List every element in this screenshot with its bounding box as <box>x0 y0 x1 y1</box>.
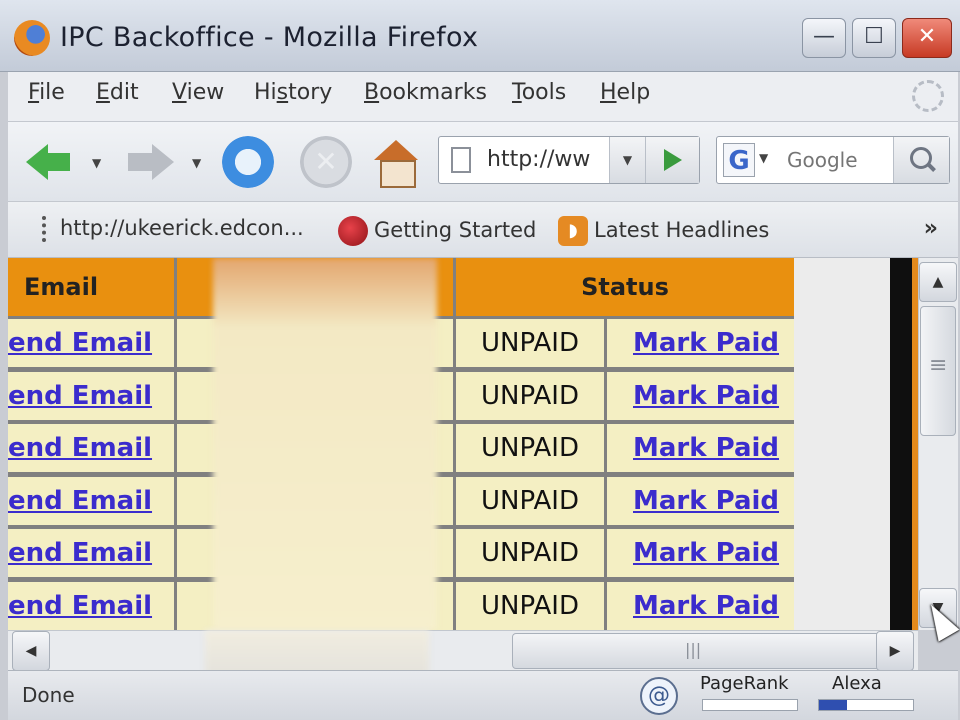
at-sign-icon[interactable]: @ <box>640 677 678 715</box>
status-value: UNPAID <box>481 328 579 358</box>
send-email-link[interactable]: end Email <box>8 433 152 463</box>
search-engine-dropdown[interactable]: ▼ <box>759 151 768 165</box>
page-edge-stripe <box>890 258 918 630</box>
pagerank-label: PageRank <box>700 673 789 694</box>
status-value: UNPAID <box>481 590 579 621</box>
action-cell: Mark Paid <box>607 319 794 367</box>
minimize-button[interactable]: — <box>802 18 846 58</box>
alexa-fill <box>819 700 848 710</box>
getting-started-icon <box>338 216 368 246</box>
horizontal-scroll-thumb[interactable] <box>512 633 882 669</box>
url-input[interactable]: http://ww <box>487 147 597 172</box>
forward-arrow-icon[interactable] <box>124 136 176 188</box>
back-arrow-icon[interactable] <box>22 136 74 188</box>
url-history-dropdown[interactable]: ▼ <box>609 137 645 183</box>
status-bar: Done @ PageRank Alexa <box>8 670 958 720</box>
back-history-dropdown[interactable]: ▼ <box>92 156 101 170</box>
vertical-scrollbar[interactable]: ▲ ▼ <box>918 258 958 630</box>
redacted-column <box>213 258 437 630</box>
send-email-link[interactable]: end Email <box>8 538 152 568</box>
pagerank-meter <box>702 699 798 711</box>
reload-icon[interactable] <box>222 136 274 188</box>
search-input[interactable] <box>781 141 889 179</box>
mark-paid-link[interactable]: Mark Paid <box>607 381 779 411</box>
mark-paid-link[interactable]: Mark Paid <box>607 591 779 621</box>
status-cell: UNPAID <box>456 529 604 577</box>
bookmark-getting-started[interactable]: Getting Started <box>338 216 536 246</box>
action-cell: Mark Paid <box>607 371 794 420</box>
send-email-link[interactable]: end Email <box>8 591 152 621</box>
close-button[interactable]: ✕ <box>902 18 952 58</box>
email-cell: end Email <box>8 371 174 420</box>
email-cell: end Email <box>8 476 174 525</box>
search-bar: G ▼ <box>716 136 950 184</box>
status-text: Done <box>22 683 75 707</box>
bookmark-drag-icon <box>42 216 54 242</box>
throbber-icon <box>912 80 944 112</box>
menu-history[interactable]: History <box>254 80 332 105</box>
column-header-status: Status <box>456 258 794 316</box>
bookmark-ukeerick[interactable]: http://ukeerick.edcon... <box>42 216 304 242</box>
status-value: UNPAID <box>481 433 579 463</box>
mark-paid-link[interactable]: Mark Paid <box>607 328 779 358</box>
navigation-toolbar: ▼ ▼ ✕ http://ww ▼ G ▼ <box>8 122 958 202</box>
forward-history-dropdown[interactable]: ▼ <box>192 156 201 170</box>
page-icon <box>451 147 471 173</box>
maximize-button[interactable]: ☐ <box>852 18 896 58</box>
status-value: UNPAID <box>481 380 579 411</box>
email-cell: end Email <box>8 424 174 472</box>
scroll-left-button[interactable]: ◀ <box>12 631 50 671</box>
menu-view[interactable]: View <box>172 80 224 105</box>
status-cell: UNPAID <box>456 581 604 630</box>
status-cell: UNPAID <box>456 476 604 525</box>
status-value: UNPAID <box>481 538 579 568</box>
scroll-up-button[interactable]: ▲ <box>919 262 957 302</box>
status-cell: UNPAID <box>456 424 604 472</box>
url-bar[interactable]: http://ww ▼ <box>438 136 700 184</box>
vertical-scroll-thumb[interactable] <box>920 306 956 436</box>
send-email-link[interactable]: end Email <box>8 381 152 411</box>
alexa-meter <box>818 699 914 711</box>
action-cell: Mark Paid <box>607 424 794 472</box>
page-content: Email Status end Email UNPAID Mark Paid end… <box>8 258 918 630</box>
status-cell: UNPAID <box>456 319 604 367</box>
home-icon[interactable] <box>370 136 422 188</box>
mark-paid-link[interactable]: Mark Paid <box>607 486 779 516</box>
firefox-logo-icon <box>14 20 50 56</box>
bookmarks-toolbar: http://ukeerick.edcon... Getting Started… <box>8 202 958 258</box>
scroll-right-button[interactable]: ▶ <box>876 631 914 671</box>
action-cell: Mark Paid <box>607 529 794 577</box>
bookmarks-overflow-chevron-icon[interactable]: » <box>924 216 938 241</box>
magnifier-search-icon[interactable] <box>893 137 949 183</box>
menu-tools[interactable]: Tools <box>512 80 566 105</box>
send-email-link[interactable]: end Email <box>8 328 152 358</box>
email-cell: end Email <box>8 319 174 367</box>
menu-help[interactable]: Help <box>600 80 650 105</box>
menu-bookmarks[interactable]: Bookmarks <box>364 80 487 105</box>
menu-file[interactable]: File <box>28 80 65 105</box>
rss-feed-icon: ◗ <box>558 216 588 246</box>
bookmark-latest-headlines[interactable]: ◗ Latest Headlines <box>558 216 769 246</box>
send-email-link[interactable]: end Email <box>8 486 152 516</box>
go-arrow-icon[interactable] <box>645 137 699 183</box>
status-value: UNPAID <box>481 485 579 516</box>
google-engine-icon[interactable]: G <box>723 143 755 177</box>
horizontal-scrollbar[interactable]: ◀ ▶ <box>8 630 918 671</box>
action-cell: Mark Paid <box>607 581 794 630</box>
title-bar: IPC Backoffice - Mozilla Firefox — ☐ ✕ <box>0 0 960 72</box>
mark-paid-link[interactable]: Mark Paid <box>607 538 779 568</box>
column-header-email: Email <box>8 258 174 316</box>
email-cell: end Email <box>8 529 174 577</box>
mark-paid-link[interactable]: Mark Paid <box>607 433 779 463</box>
menu-edit[interactable]: Edit <box>96 80 139 105</box>
email-cell: end Email <box>8 581 174 630</box>
window-title: IPC Backoffice - Mozilla Firefox <box>60 22 479 53</box>
alexa-label: Alexa <box>832 673 882 694</box>
action-cell: Mark Paid <box>607 476 794 525</box>
stop-icon[interactable]: ✕ <box>300 136 352 188</box>
menu-bar: File Edit View History Bookmarks Tools H… <box>8 72 958 122</box>
status-cell: UNPAID <box>456 371 604 420</box>
